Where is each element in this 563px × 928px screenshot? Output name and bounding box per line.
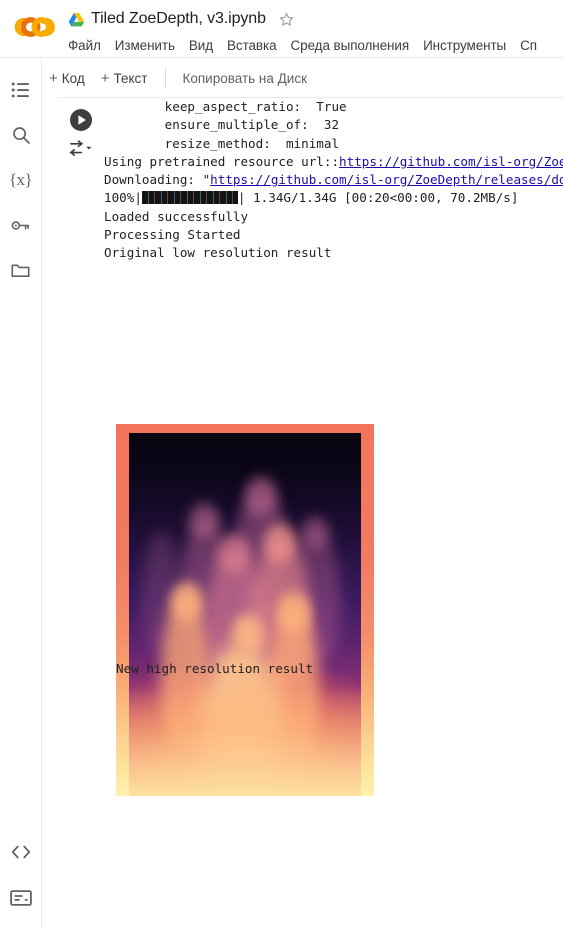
menu-item-tools[interactable]: Инструменты [423, 38, 506, 53]
notebook-title-row[interactable]: Tiled ZoeDepth, v3.ipynb [68, 6, 295, 32]
output-line-downloading: Downloading: "https://github.com/isl-org… [104, 171, 563, 189]
key-icon[interactable] [9, 213, 33, 237]
colab-logo[interactable] [10, 12, 62, 42]
variables-glyph: {x} [8, 170, 33, 189]
variables-icon[interactable]: {x} [9, 168, 33, 192]
left-sidebar: {x} [0, 58, 41, 928]
add-code-cell-button[interactable]: + Код [41, 71, 93, 86]
top-bar: Tiled ZoeDepth, v3.ipynb Файл Изменить В… [0, 0, 563, 58]
table-of-contents-icon[interactable] [9, 78, 33, 102]
page-title: Tiled ZoeDepth, v3.ipynb [91, 10, 266, 27]
notebook-toolbar: + Код + Текст Копировать на Диск [41, 58, 563, 98]
add-text-cell-label: Текст [113, 70, 148, 86]
notebook-cell-output-area: keep_aspect_ratio: True ensure_multiple_… [58, 98, 563, 928]
plus-icon: + [49, 69, 58, 87]
progress-percent-label: 100%| [104, 190, 142, 206]
menu-item-file[interactable]: Файл [68, 38, 101, 53]
terminal-icon[interactable] [9, 886, 33, 910]
output-line-progress: 100%| | 1.34G/1.34G [00:20<00:00, 70.2MB/… [104, 189, 563, 207]
output-text-prefix: Using pretrained resource url:: [104, 153, 340, 169]
depth-foreground-gradient [129, 686, 361, 796]
copy-to-drive-button[interactable]: Копировать на Диск [176, 71, 313, 86]
search-icon[interactable] [9, 123, 33, 147]
progress-bar [141, 191, 238, 205]
downloading-link[interactable]: https://github.com/isl-org/ZoeDepth/rele… [210, 172, 563, 187]
menu-bar: Файл Изменить Вид Вставка Среда выполнен… [68, 34, 563, 56]
output-line-resize-method: resize_method: minimal [104, 135, 340, 151]
person-head [263, 523, 297, 564]
sidebar-divider [41, 58, 42, 928]
add-text-cell-button[interactable]: + Текст [93, 71, 156, 86]
depth-map-low-resolution [116, 423, 374, 796]
person-head [217, 534, 250, 575]
plus-icon: + [100, 69, 110, 87]
cell-gutter [58, 98, 104, 928]
menu-item-view[interactable]: Вид [189, 38, 213, 53]
depth-core [129, 432, 361, 796]
person-head [231, 614, 264, 655]
pretrained-resource-link[interactable]: https://github.com/isl-org/ZoeDepth/rele… [339, 154, 563, 169]
output-caption-high-resolution: New high resolution result [116, 660, 313, 678]
person-head [300, 516, 329, 549]
output-line-original-low-resolution-result: Original low resolution result [104, 245, 332, 261]
run-cell-icon[interactable] [68, 107, 94, 133]
drive-icon [68, 12, 85, 27]
output-line-new-high-resolution-result: New high resolution result [116, 661, 314, 676]
add-code-cell-label: Код [61, 70, 85, 86]
output-text-prefix: Downloading: " [104, 172, 211, 188]
output-line-loaded-successfully: Loaded successfully [104, 208, 249, 224]
menu-item-help[interactable]: Сп [520, 38, 537, 53]
colab-window: Tiled ZoeDepth, v3.ipynb Файл Изменить В… [0, 0, 563, 928]
menu-item-insert[interactable]: Вставка [227, 38, 277, 53]
output-stream-text: keep_aspect_ratio: True ensure_multiple_… [104, 98, 563, 263]
cell-output: keep_aspect_ratio: True ensure_multiple_… [104, 98, 563, 928]
output-line-keep-aspect-ratio: keep_aspect_ratio: True [104, 99, 347, 114]
progress-stats-label: | 1.34G/1.34G [00:20<00:00, 70.2MB/s] [237, 190, 519, 206]
folder-icon[interactable] [9, 258, 33, 282]
menu-item-edit[interactable]: Изменить [115, 38, 175, 53]
output-line-processing-started: Processing Started [104, 227, 241, 243]
toolbar-divider [165, 68, 167, 88]
output-line-ensure-multiple-of: ensure_multiple_of: 32 [104, 117, 340, 133]
code-snippets-icon[interactable] [9, 840, 33, 864]
output-actions-icon[interactable] [68, 138, 96, 160]
menu-item-runtime[interactable]: Среда выполнения [291, 38, 410, 53]
person-head [277, 592, 310, 633]
star-icon[interactable] [272, 11, 295, 28]
output-line-using-pretrained-resource: Using pretrained resource url::https://g… [104, 153, 563, 171]
